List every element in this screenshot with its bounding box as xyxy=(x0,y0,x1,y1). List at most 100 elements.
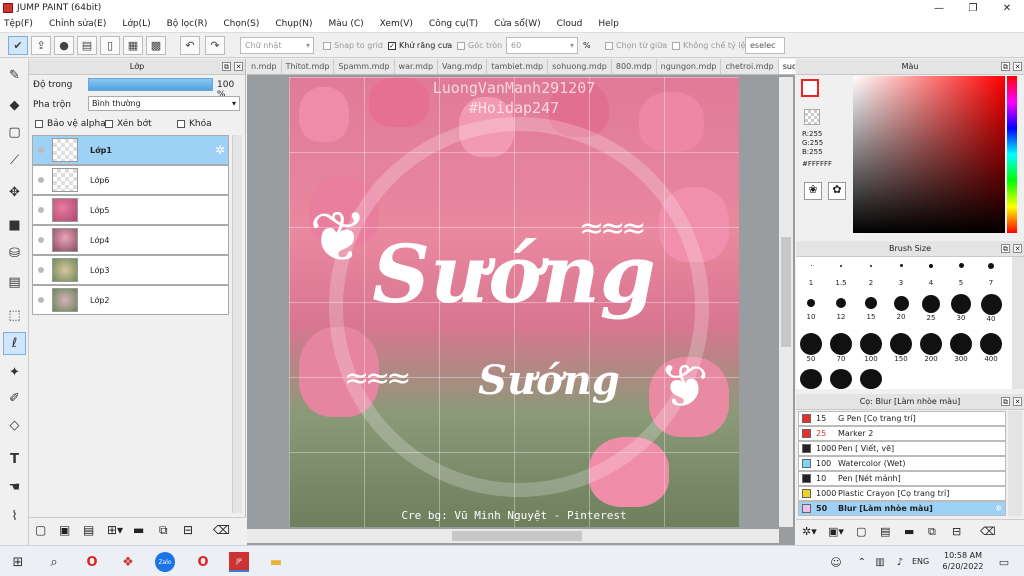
cloud-check-icon[interactable]: ✔ xyxy=(8,36,28,55)
panel-layout-icon[interactable]: ▦ xyxy=(123,36,143,55)
layer-row[interactable]: Lớp1 ✲ xyxy=(32,135,229,165)
layer-scrollbar[interactable] xyxy=(232,135,242,513)
zalo-icon[interactable]: Zalo xyxy=(155,552,175,572)
deselect-button[interactable]: eselec xyxy=(745,37,785,54)
scroll-thumb[interactable] xyxy=(781,237,791,347)
brush-size-option[interactable]: 70 xyxy=(826,333,856,363)
tab-document-active[interactable]: suong.mdp xyxy=(778,59,795,74)
undock-icon[interactable]: ⧉ xyxy=(1001,244,1010,253)
protect-alpha-checkbox[interactable]: Bảo vệ alpha xyxy=(35,119,106,129)
brush-size-large-dot[interactable] xyxy=(800,369,822,389)
move-tool-icon[interactable]: ✥ xyxy=(3,181,26,204)
page-icon[interactable]: ▯ xyxy=(100,36,120,55)
visibility-icon[interactable] xyxy=(38,267,44,273)
menu-edit[interactable]: Chỉnh sửa(E) xyxy=(49,19,106,29)
brush-size-option[interactable]: 100 xyxy=(856,333,886,363)
brush-size-option[interactable]: 5 xyxy=(946,263,976,287)
tab-document[interactable]: n.mdp xyxy=(247,59,282,74)
bucket-tool-icon[interactable]: ⛁ xyxy=(3,242,26,265)
corner-value-input[interactable]: 60 ▾ xyxy=(506,37,578,54)
trash-icon[interactable]: ⌫ xyxy=(980,525,996,538)
close-icon[interactable]: ✕ xyxy=(1013,244,1022,253)
eyedropper-tool-icon[interactable]: ⌇ xyxy=(3,505,26,528)
brush-size-option[interactable]: 2 xyxy=(856,265,886,287)
hand-tool-icon[interactable]: ☚ xyxy=(3,476,26,499)
menu-select[interactable]: Chọn(S) xyxy=(223,19,259,29)
menu-tools[interactable]: Công cụ(T) xyxy=(429,19,478,29)
network-icon[interactable]: ▥ xyxy=(870,552,890,572)
hue-slider[interactable] xyxy=(1007,76,1017,233)
gear-icon[interactable]: ✲ xyxy=(215,143,225,157)
merge-layer-icon[interactable]: ⊟ xyxy=(183,523,193,537)
message-icon[interactable]: ▤ xyxy=(77,36,97,55)
brush-size-option[interactable]: 4 xyxy=(916,264,946,287)
undo-icon[interactable]: ↶ xyxy=(180,36,200,55)
menu-filter[interactable]: Bộ lọc(R) xyxy=(167,19,208,29)
brush-item-selected[interactable]: 50 Blur [Làm nhòe màu] ✲ xyxy=(798,501,1006,516)
line-tool-icon[interactable]: ⟋ xyxy=(3,149,26,172)
brush-size-large-dot[interactable] xyxy=(830,369,852,389)
transparent-swatch[interactable] xyxy=(804,109,820,125)
opacity-slider[interactable] xyxy=(88,78,213,91)
brush-size-option[interactable]: 50 xyxy=(796,333,826,363)
menu-layer[interactable]: Lớp(L) xyxy=(122,19,150,29)
export-icon[interactable]: ⇪ xyxy=(31,36,51,55)
select-eraser-tool-icon[interactable]: ◇ xyxy=(3,414,26,437)
brush-size-option[interactable]: 300 xyxy=(946,333,976,363)
folder-icon[interactable]: ▬ xyxy=(133,523,144,537)
lasso-tool-icon[interactable]: ℓ xyxy=(3,332,26,355)
visibility-icon[interactable] xyxy=(38,207,44,213)
visibility-icon[interactable] xyxy=(38,177,44,183)
brush-size-option[interactable]: 30 xyxy=(946,294,976,322)
brush-copy-icon[interactable]: ▤ xyxy=(880,525,890,538)
antialias-checkbox[interactable]: ✓ Khử răng cưa xyxy=(388,41,452,50)
palette-icon[interactable]: ❀ xyxy=(804,182,822,200)
search-icon[interactable]: ⌕ xyxy=(44,552,64,572)
brush-size-option[interactable]: 12 xyxy=(826,298,856,321)
foreground-color-swatch[interactable] xyxy=(801,79,819,97)
opera-browser-icon[interactable]: O xyxy=(82,552,102,572)
brush-layout-icon[interactable]: ▣▾ xyxy=(828,525,844,538)
new-layer-icon[interactable]: ▢ xyxy=(35,523,46,537)
menu-capture[interactable]: Chụp(N) xyxy=(275,19,312,29)
brush-size-option[interactable]: 3 xyxy=(886,264,916,287)
tray-chevron-icon[interactable]: ⌃ xyxy=(852,552,872,572)
gradient-tool-icon[interactable]: ▤ xyxy=(3,271,26,294)
visibility-icon[interactable] xyxy=(38,237,44,243)
saturation-value-picker[interactable] xyxy=(853,76,1005,233)
round-corner-checkbox[interactable]: Góc tròn xyxy=(457,41,502,50)
close-icon[interactable]: ✕ xyxy=(1013,397,1022,406)
shape-select[interactable]: Chữ nhật ▾ xyxy=(240,37,314,54)
snap-grid-checkbox[interactable]: Snap to grid xyxy=(323,41,383,50)
fill-rect-tool-icon[interactable]: ■ xyxy=(3,214,26,237)
horizontal-scrollbar[interactable] xyxy=(247,529,779,543)
magic-wand-tool-icon[interactable]: ✦ xyxy=(3,361,26,384)
select-from-middle-checkbox[interactable]: Chọn từ giữa xyxy=(605,41,667,50)
menu-file[interactable]: Tệp(F) xyxy=(4,19,33,29)
visibility-icon[interactable] xyxy=(38,147,44,153)
tab-document[interactable]: sohuong.mdp xyxy=(548,59,612,74)
brush-size-option[interactable]: 40 xyxy=(976,294,1006,323)
layer-row[interactable]: Lớp5 xyxy=(32,195,229,225)
brush-item[interactable]: 1000 Plastic Crayon [Cọ trang trí] xyxy=(798,486,1006,501)
brush-size-option[interactable]: 20 xyxy=(886,296,916,321)
new-layer-8bit-icon[interactable]: ▣ xyxy=(59,523,70,537)
add-layer-menu-icon[interactable]: ⊞▾ xyxy=(107,523,123,537)
rect-select-tool-icon[interactable]: ⬚ xyxy=(3,304,26,327)
undock-icon[interactable]: ⧉ xyxy=(1001,397,1010,406)
speech-bubble-icon[interactable]: ● xyxy=(54,36,74,55)
brush-item[interactable]: 25 Marker 2 xyxy=(798,426,1006,441)
rectangle-tool-icon[interactable]: ▢ xyxy=(3,121,26,144)
text-tool-icon[interactable]: T xyxy=(3,448,26,471)
layer-row[interactable]: Lớp4 xyxy=(32,225,229,255)
brush-size-option[interactable]: 10 xyxy=(796,299,826,321)
new-layer-1bit-icon[interactable]: ▤ xyxy=(83,523,94,537)
brush-add-icon[interactable]: ▢ xyxy=(856,525,866,538)
lock-checkbox[interactable]: Khóa xyxy=(177,119,212,129)
language-indicator[interactable]: ENG xyxy=(912,557,929,566)
clip-checkbox[interactable]: Xén bớt xyxy=(105,119,152,129)
file-explorer-icon[interactable]: ▬ xyxy=(266,552,286,572)
close-icon[interactable]: ✕ xyxy=(234,62,243,71)
tab-document[interactable]: Thitot.mdp xyxy=(282,59,335,74)
brush-size-option[interactable]: 200 xyxy=(916,333,946,363)
